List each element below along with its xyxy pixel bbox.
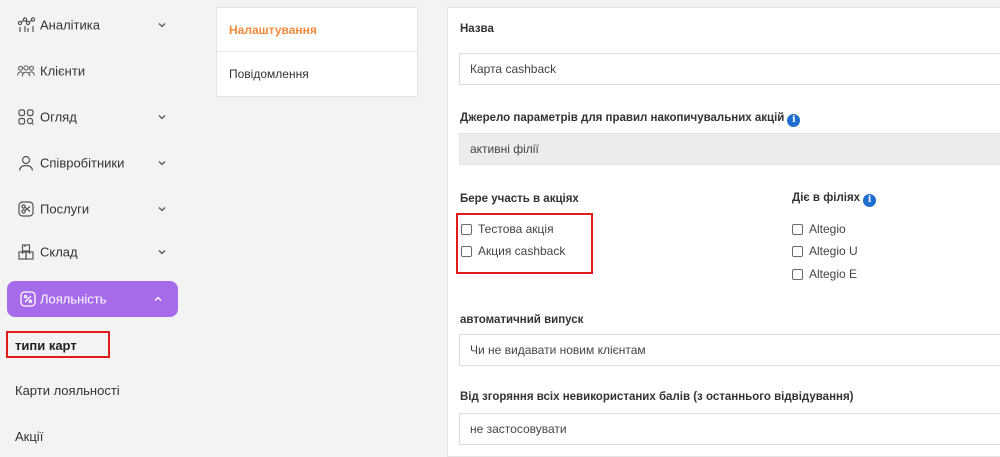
sidebar-item-warehouse[interactable]: Склад [0,229,193,275]
points-burn-label: Від згоряння всіх невикористаних балів (… [460,391,854,403]
tab-notifications[interactable]: Повідомлення [217,52,417,96]
points-burn-select[interactable]: не застосовувати [459,413,1000,445]
sidebar: Аналітика Клієнти Огляд Співробітники По… [0,0,193,450]
name-input-value: Карта cashback [470,62,557,76]
sidebar-item-employees[interactable]: Співробітники [0,140,193,186]
sidebar-item-analytics[interactable]: Аналітика [0,2,193,48]
chevron-down-icon [158,23,166,28]
name-label: Назва [460,23,494,35]
sidebar-item-label: Аналітика [40,17,100,33]
info-icon[interactable]: i [787,113,801,127]
auto-issue-label: автоматичний випуск [460,314,584,326]
overview-icon [17,108,35,126]
warehouse-icon [17,243,35,261]
tab-settings[interactable]: Налаштування [217,8,417,52]
sidebar-item-label: Послуги [40,201,90,217]
branches-label: Діє в філіях i [792,192,877,207]
source-field-value: активні філії [470,142,539,156]
branch-checkbox[interactable]: Altegio U [792,244,858,258]
points-burn-value: не застосовувати [470,422,567,436]
sidebar-subitem-card-types[interactable]: типи карт [15,338,77,353]
sidebar-item-label: Лояльність [40,291,107,307]
source-field: активні філії [459,133,1000,165]
chevron-up-icon [154,296,162,301]
sidebar-item-overview[interactable]: Огляд [0,94,193,140]
sidebar-item-label: Огляд [40,109,77,125]
sidebar-item-services[interactable]: Послуги [0,186,193,232]
auto-issue-select[interactable]: Чи не видавати новим клієнтам [459,334,1000,366]
chevron-down-icon [158,250,166,255]
branch-checkbox[interactable]: Altegio [792,222,846,236]
checkbox-label: Altegio U [809,244,858,258]
name-input[interactable]: Карта cashback [459,53,1000,85]
employee-icon [17,154,35,172]
checkbox-label: Акция cashback [478,244,566,258]
analytics-icon [17,16,35,34]
promotion-checkbox[interactable]: Тестова акція [461,222,554,236]
chevron-down-icon [158,207,166,212]
checkbox[interactable] [461,245,472,257]
settings-tabs-panel: Налаштування Повідомлення [216,7,418,97]
chevron-down-icon [158,115,166,120]
sidebar-item-label: Співробітники [40,155,125,171]
checkbox-label: Altegio E [809,267,858,281]
info-icon[interactable]: i [863,193,877,207]
source-label-text: Джерело параметрів для правил накопичува… [460,112,785,124]
sidebar-item-label: Клієнти [40,63,86,79]
card-type-form: Назва Карта cashback Джерело параметрів … [447,7,1000,457]
sidebar-item-label: Склад [40,244,78,260]
branches-label-text: Діє в філіях [792,192,861,204]
checkbox[interactable] [792,223,803,235]
loyalty-icon [19,290,37,308]
auto-issue-value: Чи не видавати новим клієнтам [470,343,646,357]
clients-icon [17,62,35,80]
chevron-down-icon [158,161,166,166]
sidebar-subitem-loyalty-cards[interactable]: Карти лояльності [15,383,120,398]
services-icon [17,200,35,218]
sidebar-subitem-promotions[interactable]: Акції [15,429,43,444]
branch-checkbox[interactable]: Altegio E [792,267,857,281]
checkbox-label: Altegio [809,222,846,236]
promotion-checkbox[interactable]: Акция cashback [461,244,565,258]
sidebar-item-loyalty[interactable]: Лояльність [7,281,178,317]
checkbox[interactable] [792,245,803,257]
checkbox-label: Тестова акція [478,222,554,236]
sidebar-item-clients[interactable]: Клієнти [0,48,193,94]
source-label: Джерело параметрів для правил накопичува… [460,112,801,127]
checkbox[interactable] [792,268,803,280]
promotions-label: Бере участь в акціях [460,193,579,205]
checkbox[interactable] [461,223,472,235]
